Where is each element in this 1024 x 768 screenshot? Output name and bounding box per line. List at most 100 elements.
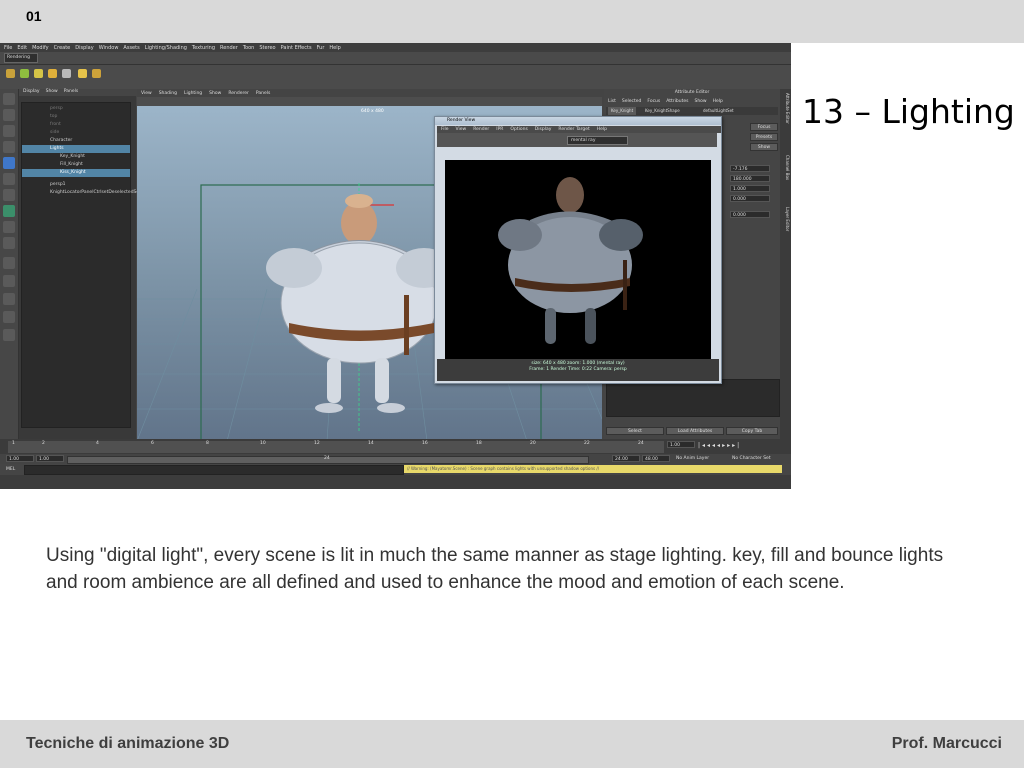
ae-menu-help[interactable]: Help xyxy=(713,99,723,104)
layout-hypershade-icon[interactable] xyxy=(3,275,15,287)
menu-window[interactable]: Window xyxy=(99,45,119,51)
menu-display[interactable]: Display xyxy=(75,45,93,51)
menu-render[interactable]: Render xyxy=(220,45,238,51)
menu-toon[interactable]: Toon xyxy=(243,45,255,51)
anim-start-field[interactable]: 1.00 xyxy=(36,455,64,462)
viewport-menu-show[interactable]: Show xyxy=(209,91,221,96)
viewport-menu-view[interactable]: View xyxy=(141,91,152,96)
point-light-icon[interactable] xyxy=(34,69,43,78)
layout-four-icon[interactable] xyxy=(3,221,15,233)
rotate-tool-icon[interactable] xyxy=(3,157,15,169)
rv-menu-options[interactable]: Options xyxy=(510,127,527,132)
rv-menu-view[interactable]: View xyxy=(456,127,467,132)
layout-uv-icon[interactable] xyxy=(3,329,15,341)
copy-tab-button[interactable]: Copy Tab xyxy=(726,427,778,435)
outliner-menu-panels[interactable]: Panels xyxy=(64,89,78,96)
notes-field[interactable] xyxy=(606,379,780,417)
manipulator-tool-icon[interactable] xyxy=(3,189,15,201)
layout-persp-icon[interactable] xyxy=(3,311,15,323)
command-input[interactable] xyxy=(24,465,404,475)
outliner-item-side[interactable]: side xyxy=(22,129,130,137)
attribute-field-5[interactable]: 0.000 xyxy=(730,211,770,218)
directional-light-icon[interactable] xyxy=(48,69,57,78)
ae-menu-selected[interactable]: Selected xyxy=(622,99,642,104)
rv-menu-render[interactable]: Render xyxy=(473,127,489,132)
side-tab-attribute-editor[interactable]: Attribute Editor xyxy=(781,93,790,124)
menu-texturing[interactable]: Texturing xyxy=(192,45,215,51)
menu-create[interactable]: Create xyxy=(54,45,71,51)
character-set-selector[interactable]: No Character Set xyxy=(732,456,771,461)
select-tool-icon[interactable] xyxy=(3,93,15,105)
layout-render-icon[interactable] xyxy=(3,293,15,305)
menu-file[interactable]: File xyxy=(4,45,12,51)
rv-menu-display[interactable]: Display xyxy=(535,127,552,132)
ae-menu-focus[interactable]: Focus xyxy=(647,99,660,104)
time-slider-track[interactable]: 1 2 4 6 8 10 12 14 16 18 20 22 24 xyxy=(8,441,664,453)
viewport-menu-shading[interactable]: Shading xyxy=(159,91,177,96)
outliner-item-top[interactable]: top xyxy=(22,113,130,121)
show-button[interactable]: Show xyxy=(750,143,778,151)
end-time-field[interactable]: 48.00 xyxy=(642,455,670,462)
attribute-field-3[interactable]: 1.000 xyxy=(730,185,770,192)
load-attributes-button[interactable]: Load Attributes xyxy=(666,427,724,435)
outliner-item-persp[interactable]: persp xyxy=(22,105,130,113)
outliner-menu-show[interactable]: Show xyxy=(46,89,58,96)
spot-light-icon[interactable] xyxy=(20,69,29,78)
menu-fur[interactable]: Fur xyxy=(317,45,325,51)
ae-menu-list[interactable]: List xyxy=(608,99,616,104)
rv-menu-file[interactable]: File xyxy=(441,127,449,132)
outliner-item-persp1[interactable]: persp1 xyxy=(22,181,130,189)
range-slider[interactable]: 24 xyxy=(67,456,589,464)
ae-menu-attributes[interactable]: Attributes xyxy=(666,99,688,104)
rv-menu-render-target[interactable]: Render Target xyxy=(558,127,589,132)
presets-button[interactable]: Presets xyxy=(750,133,778,141)
outliner-menu-display[interactable]: Display xyxy=(23,89,40,96)
viewport-menu-panels[interactable]: Panels xyxy=(256,91,270,96)
ipr-render-icon[interactable] xyxy=(92,69,101,78)
viewport-menu-lighting[interactable]: Lighting xyxy=(184,91,202,96)
rv-menu-help[interactable]: Help xyxy=(597,127,607,132)
lasso-tool-icon[interactable] xyxy=(3,109,15,121)
move-tool-icon[interactable] xyxy=(3,141,15,153)
attribute-field-1[interactable]: -7.176 xyxy=(730,165,770,172)
select-button[interactable]: Select xyxy=(606,427,664,435)
start-time-field[interactable]: 1.00 xyxy=(6,455,34,462)
menu-lighting-shading[interactable]: Lighting/Shading xyxy=(145,45,187,51)
attribute-field-2[interactable]: 180.000 xyxy=(730,175,770,182)
render-icon[interactable] xyxy=(78,69,87,78)
menu-modify[interactable]: Modify xyxy=(32,45,49,51)
ae-tab-key-knight-shape[interactable]: Key_KnightShape xyxy=(642,107,683,115)
ae-tab-default-light-set[interactable]: defaultLightSet xyxy=(700,107,737,115)
paint-select-tool-icon[interactable] xyxy=(3,125,15,137)
ae-tab-key-knight[interactable]: Key_Knight xyxy=(608,107,637,115)
anim-layer-selector[interactable]: No Anim Layer xyxy=(676,456,709,461)
side-tab-layer-editor[interactable]: Layer Editor xyxy=(781,207,790,231)
layout-outliner-icon[interactable] xyxy=(3,237,15,249)
side-tab-channel-box[interactable]: Channel Box xyxy=(781,155,790,180)
scale-tool-icon[interactable] xyxy=(3,173,15,185)
area-light-icon[interactable] xyxy=(62,69,71,78)
ae-menu-show[interactable]: Show xyxy=(694,99,706,104)
viewport-menu-renderer[interactable]: Renderer xyxy=(228,91,249,96)
layout-single-icon[interactable] xyxy=(3,205,15,217)
menu-edit[interactable]: Edit xyxy=(17,45,27,51)
outliner-item-kiss-knight[interactable]: Kiss_Knight xyxy=(22,169,130,177)
outliner-item-selection-set[interactable]: KnightLocatorPanelCtrlsetDeselectedSet xyxy=(22,189,141,197)
renderer-dropdown[interactable]: mental ray xyxy=(567,136,628,145)
layout-graph-icon[interactable] xyxy=(3,257,15,269)
menu-help[interactable]: Help xyxy=(329,45,340,51)
outliner-item-lights[interactable]: Lights xyxy=(22,145,130,153)
attribute-field-4[interactable]: 0.000 xyxy=(730,195,770,202)
menu-stereo[interactable]: Stereo xyxy=(259,45,275,51)
menu-assets[interactable]: Assets xyxy=(123,45,139,51)
light-bulb-icon[interactable] xyxy=(6,69,15,78)
menu-paint-effects[interactable]: Paint Effects xyxy=(281,45,312,51)
outliner-item-character[interactable]: Character xyxy=(22,137,130,145)
rv-menu-ipr[interactable]: IPR xyxy=(496,127,503,132)
focus-button[interactable]: Focus xyxy=(750,123,778,131)
anim-end-field[interactable]: 24.00 xyxy=(612,455,640,462)
module-selector[interactable]: Rendering xyxy=(4,53,38,63)
outliner-item-fill-knight[interactable]: Fill_Knight xyxy=(22,161,130,169)
current-frame-field[interactable]: 1.00 xyxy=(667,441,695,448)
outliner-item-front[interactable]: front xyxy=(22,121,130,129)
